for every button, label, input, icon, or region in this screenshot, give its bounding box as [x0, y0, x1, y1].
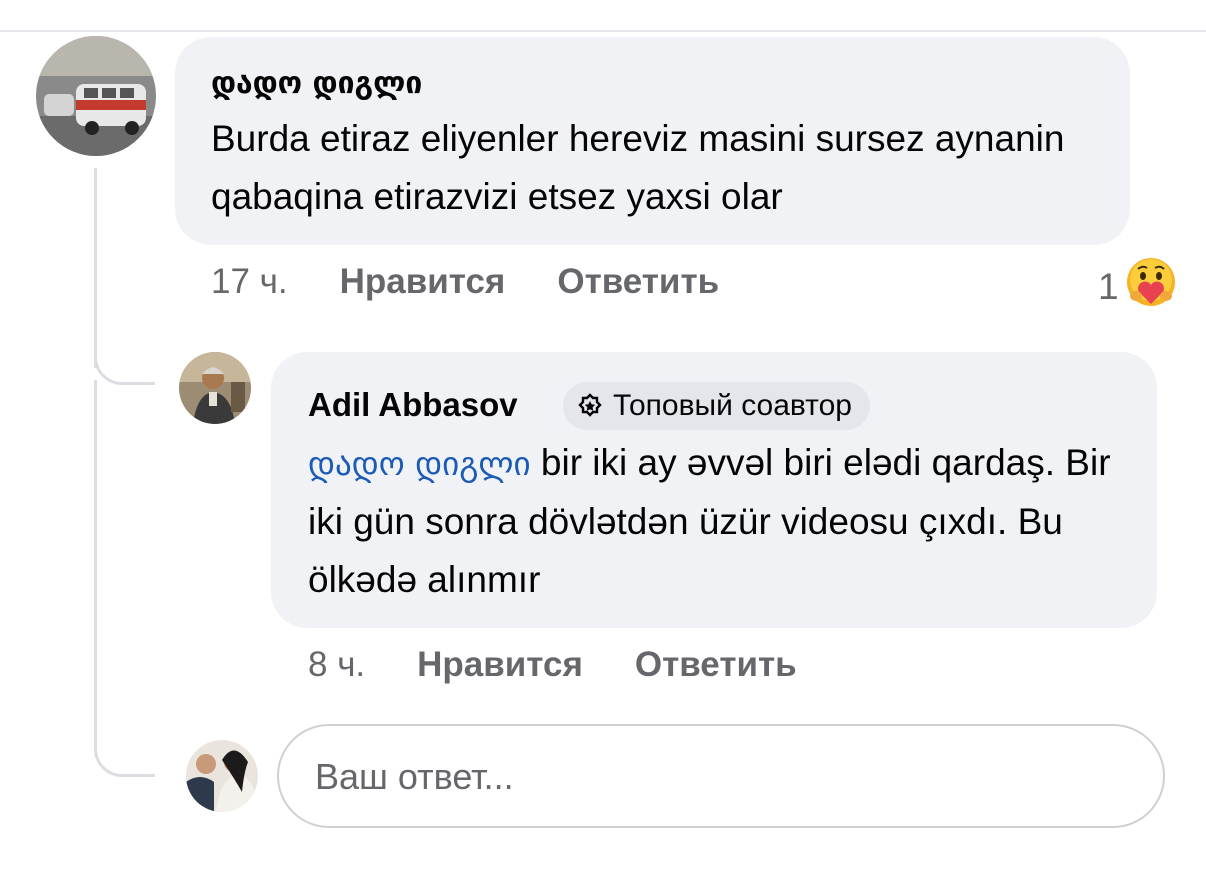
- reply-author[interactable]: Adil Abbasov: [308, 386, 518, 424]
- care-emoji-icon: [1125, 256, 1177, 317]
- reply-text: დადო დიგლი bir iki ay əvvəl biri elədi q…: [308, 434, 1138, 609]
- reply-button[interactable]: Ответить: [557, 262, 719, 302]
- reply-input[interactable]: [313, 748, 1117, 806]
- thread-connector-input: [94, 380, 155, 777]
- avatar[interactable]: [36, 36, 156, 156]
- top-divider: [0, 30, 1206, 32]
- like-button[interactable]: Нравится: [340, 262, 506, 302]
- comment-author[interactable]: დადო დიგლი: [211, 66, 422, 101]
- like-button[interactable]: Нравится: [417, 645, 583, 685]
- reaction-count: 1: [1098, 265, 1119, 307]
- current-user-avatar[interactable]: [186, 740, 258, 812]
- mention-link[interactable]: დადო დიგლი: [308, 444, 531, 483]
- comment-text: Burda etiraz eliyenler hereviz masini su…: [211, 118, 1065, 217]
- comment-meta: 17 ч. Нравится Ответить: [211, 262, 771, 302]
- reply-input-container[interactable]: [277, 724, 1165, 828]
- thread-connector-reply: [94, 330, 155, 385]
- avatar[interactable]: [179, 352, 251, 424]
- badge-label: Топовый соавтор: [613, 389, 852, 422]
- top-contributor-badge[interactable]: Топовый соавтор: [563, 382, 870, 430]
- badge-icon: [577, 393, 603, 419]
- reply-meta: 8 ч. Нравится Ответить: [308, 645, 849, 685]
- reaction-summary[interactable]: 1: [1098, 256, 1177, 317]
- reply-time[interactable]: 8 ч.: [308, 645, 365, 685]
- reply-button[interactable]: Ответить: [635, 645, 797, 685]
- comment-time[interactable]: 17 ч.: [211, 262, 288, 302]
